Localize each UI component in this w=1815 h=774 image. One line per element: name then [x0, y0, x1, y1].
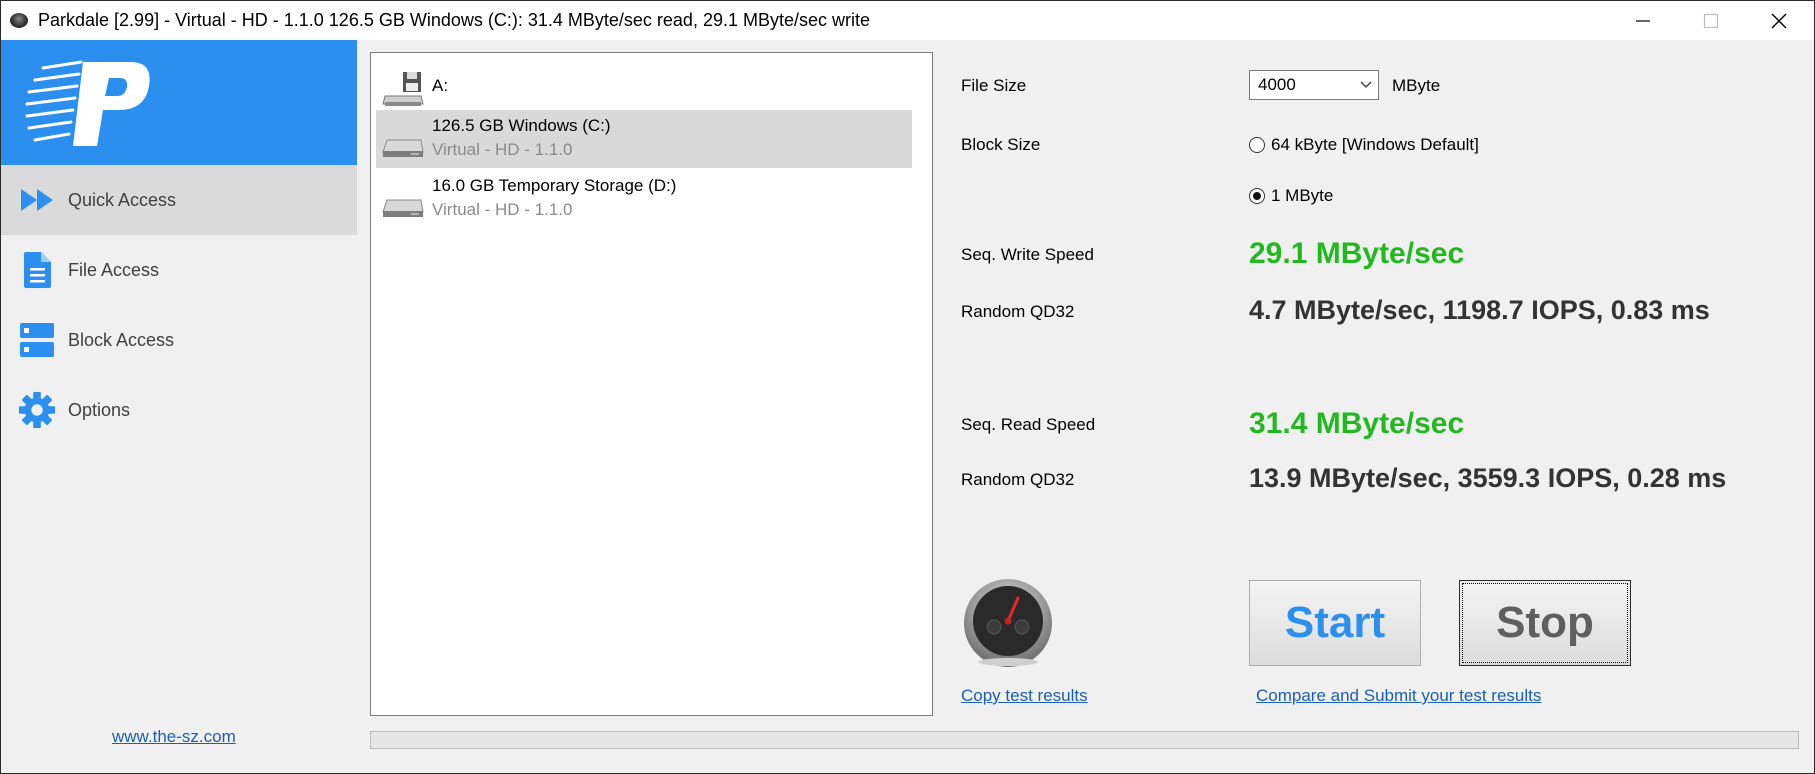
- document-icon: [18, 250, 56, 290]
- sidebar-item-file-access[interactable]: File Access: [1, 235, 357, 305]
- sidebar-item-label: Options: [68, 399, 131, 420]
- drive-name: 16.0 GB Temporary Storage (D:): [432, 176, 677, 195]
- maximize-icon: [1703, 13, 1719, 28]
- sidebar-item-label: Quick Access: [68, 189, 177, 210]
- minimize-icon: [1636, 19, 1650, 22]
- fast-forward-icon: [18, 180, 56, 220]
- drive-item-a[interactable]: A:: [376, 58, 912, 116]
- website-link[interactable]: www.the-sz.com: [112, 727, 236, 747]
- radio-button-unchecked[interactable]: [1249, 137, 1265, 153]
- sidebar: Quick Access File Access Block Access Op…: [1, 40, 357, 773]
- random-write-label: Random QD32: [961, 302, 1075, 321]
- window-title: Parkdale [2.99] - Virtual - HD - 1.1.0 1…: [38, 10, 871, 30]
- drive-subtitle: Virtual - HD - 1.1.0: [432, 200, 573, 219]
- file-size-unit: MByte: [1392, 76, 1441, 95]
- file-size-label: File Size: [961, 76, 1027, 95]
- close-button[interactable]: [1745, 1, 1813, 40]
- close-icon: [1771, 13, 1787, 28]
- block-size-option-64k[interactable]: 64 kByte [Windows Default]: [1249, 135, 1479, 155]
- gear-icon: [18, 390, 56, 430]
- sidebar-item-options[interactable]: Options: [1, 375, 357, 445]
- drive-list[interactable]: A: 126.5 GB Windows (C:) Virtual - HD - …: [370, 52, 933, 716]
- radio-button-checked[interactable]: [1249, 188, 1265, 204]
- seq-write-value: 29.1 MByte/sec: [1249, 237, 1465, 270]
- hard-drive-icon: [382, 139, 424, 157]
- speedometer-icon: [964, 579, 1052, 667]
- app-window: Parkdale [2.99] - Virtual - HD - 1.1.0 1…: [0, 0, 1815, 774]
- floppy-drive-icon: [382, 72, 424, 106]
- maximize-button[interactable]: [1677, 1, 1745, 40]
- title-bar: Parkdale [2.99] - Virtual - HD - 1.1.0 1…: [1, 1, 1814, 40]
- drive-subtitle: Virtual - HD - 1.1.0: [432, 140, 573, 159]
- drive-item-d[interactable]: 16.0 GB Temporary Storage (D:) Virtual -…: [376, 170, 912, 228]
- logo-area: [1, 40, 357, 165]
- app-icon[interactable]: [10, 13, 28, 28]
- stop-button[interactable]: Stop: [1459, 580, 1631, 666]
- parkdale-p-logo: [25, 60, 150, 146]
- file-size-select[interactable]: 4000: [1249, 70, 1379, 100]
- sidebar-item-label: Block Access: [68, 329, 175, 350]
- hard-drive-icon: [382, 199, 424, 217]
- block-size-option-1m[interactable]: 1 MByte: [1249, 186, 1333, 206]
- drive-name: A:: [432, 76, 449, 95]
- minimize-button[interactable]: [1609, 1, 1677, 40]
- start-button[interactable]: Start: [1249, 580, 1421, 666]
- main-panel: A: 126.5 GB Windows (C:) Virtual - HD - …: [357, 40, 1814, 773]
- compare-submit-link[interactable]: Compare and Submit your test results: [1256, 686, 1541, 706]
- sidebar-item-quick-access[interactable]: Quick Access: [1, 165, 357, 235]
- chevron-down-icon: [1360, 81, 1372, 88]
- file-size-value: 4000: [1258, 75, 1296, 94]
- random-read-value: 13.9 MByte/sec, 3559.3 IOPS, 0.28 ms: [1249, 463, 1727, 493]
- server-blocks-icon: [18, 320, 56, 360]
- block-size-label: Block Size: [961, 135, 1041, 154]
- progress-bar: [370, 731, 1799, 749]
- sidebar-item-label: File Access: [68, 259, 160, 280]
- radio-label: 1 MByte: [1271, 186, 1334, 205]
- random-write-value: 4.7 MByte/sec, 1198.7 IOPS, 0.83 ms: [1249, 295, 1710, 325]
- radio-label: 64 kByte [Windows Default]: [1271, 135, 1479, 154]
- copy-results-link[interactable]: Copy test results: [961, 686, 1088, 706]
- sidebar-item-block-access[interactable]: Block Access: [1, 305, 357, 375]
- drive-item-c[interactable]: 126.5 GB Windows (C:) Virtual - HD - 1.1…: [376, 110, 912, 168]
- seq-read-value: 31.4 MByte/sec: [1249, 407, 1465, 440]
- seq-write-label: Seq. Write Speed: [961, 245, 1094, 264]
- random-read-label: Random QD32: [961, 470, 1075, 489]
- drive-name: 126.5 GB Windows (C:): [432, 116, 611, 135]
- seq-read-label: Seq. Read Speed: [961, 415, 1096, 434]
